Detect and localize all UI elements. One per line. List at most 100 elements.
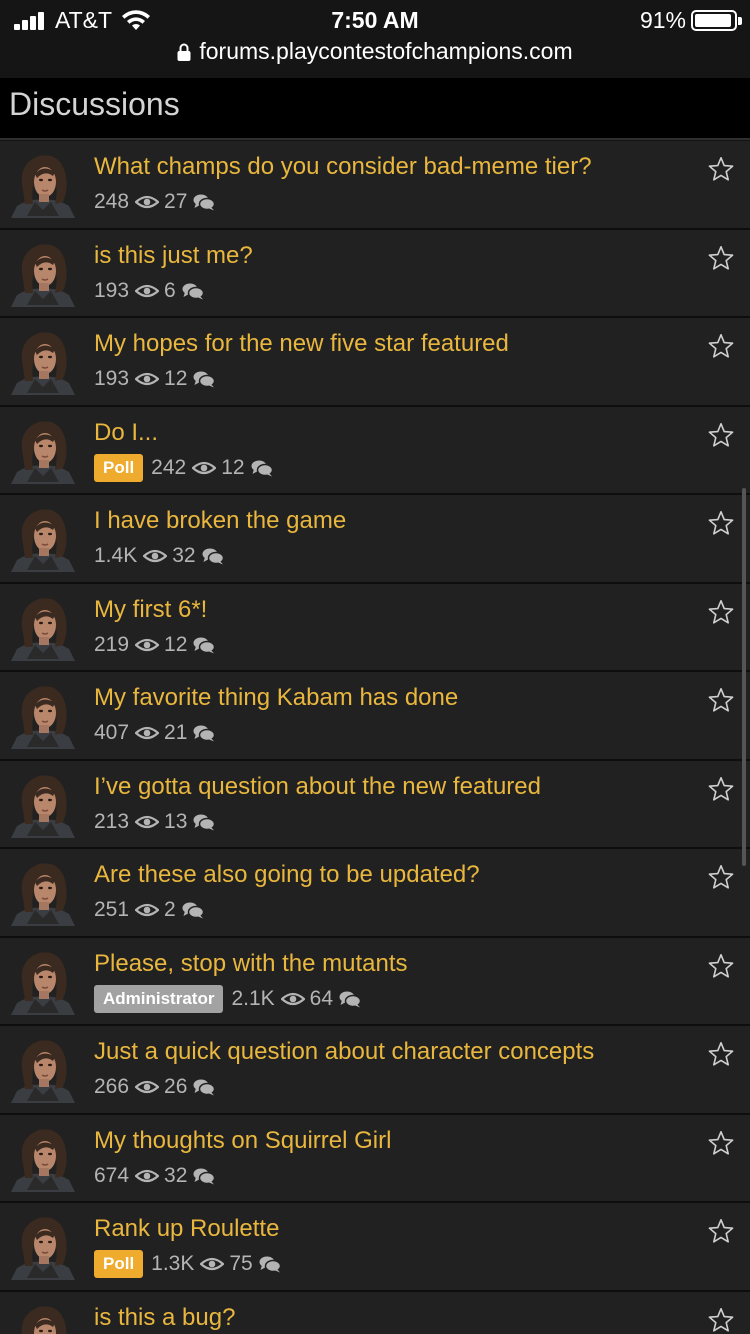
view-count: 213 [94,809,130,833]
discussion-item[interactable]: Just a quick question about character co… [0,1026,750,1115]
view-count: 193 [94,278,130,302]
bookmark-star-icon[interactable] [708,1130,734,1156]
discussion-item[interactable]: is this just me? 193 6 [0,229,750,318]
bookmark-star-icon[interactable] [708,510,734,536]
eye-icon [135,1169,160,1182]
discussion-title[interactable]: Do I... [94,419,680,447]
lock-icon [177,43,191,61]
eye-icon [135,1080,160,1094]
clock: 7:50 AM [331,7,419,33]
avatar [9,1035,77,1103]
view-count: 2.1K [231,986,275,1010]
discussion-item[interactable]: Rank up Roulette Poll 1.3K 75 [0,1203,750,1292]
discussion-meta: 674 32 [94,1162,216,1190]
browser-chrome: AT&T 7:50 AM 91% forums.playcontestofcha… [0,0,750,78]
comment-count: 13 [164,809,188,833]
discussion-meta: 248 27 [94,188,216,216]
discussion-title[interactable]: I have broken the game [94,507,680,535]
discussion-item[interactable]: What champs do you consider bad-meme tie… [0,141,750,230]
discussion-meta: 213 13 [94,808,216,836]
discussion-item[interactable]: My first 6*! 219 12 [0,583,750,672]
bookmark-star-icon[interactable] [708,953,734,979]
bookmark-star-icon[interactable] [708,864,734,890]
discussion-title[interactable]: is this just me? [94,242,680,270]
bookmark-star-icon[interactable] [708,156,734,182]
bookmark-star-icon[interactable] [708,1218,734,1244]
discussion-meta: 251 2 [94,896,204,924]
battery-percent: 91% [639,7,686,33]
battery-icon [691,10,742,31]
comment-count: 12 [221,455,245,479]
comment-count: 32 [164,1163,188,1187]
discussion-item[interactable]: Do I... Poll 242 12 [0,406,750,495]
comment-count: 26 [164,1075,188,1098]
bookmark-star-icon[interactable] [708,1307,734,1333]
comment-count: 21 [164,721,188,744]
view-count: 248 [94,190,130,213]
eye-icon [135,638,160,651]
avatar [9,681,77,749]
discussion-title[interactable]: is this a bug? [94,1304,680,1332]
discussion-item[interactable]: My favorite thing Kabam has done 407 21 [0,672,750,761]
view-count: 242 [151,455,187,479]
view-count: 266 [94,1075,130,1098]
discussion-title[interactable]: My first 6*! [94,596,680,624]
discussion-item[interactable]: is this a bug? [0,1291,750,1334]
discussion-title[interactable]: Please, stop with the mutants [94,950,680,978]
eye-icon [135,903,160,917]
discussion-title[interactable]: I’ve gotta question about the new featur… [94,773,680,801]
eye-icon [135,726,160,740]
comment-icon [193,371,216,388]
bookmark-star-icon[interactable] [708,245,734,271]
eye-icon [135,284,160,297]
discussion-item[interactable]: My hopes for the new five star featured … [0,318,750,407]
discussion-item[interactable]: I have broken the game 1.4K 32 [0,495,750,584]
discussion-meta: 193 6 [94,277,204,305]
comment-icon [259,1256,281,1273]
discussion-item[interactable]: I’ve gotta question about the new featur… [0,760,750,849]
discussion-meta: 193 12 [94,365,216,393]
view-count: 407 [94,721,130,744]
comment-icon [193,1168,216,1184]
status-badge: Poll [94,453,144,482]
view-count: 674 [94,1163,130,1187]
discussion-item[interactable]: My thoughts on Squirrel Girl 674 32 [0,1114,750,1203]
comment-icon [193,814,216,830]
avatar [9,238,77,307]
discussion-title[interactable]: Are these also going to be updated? [94,861,680,889]
discussion-title[interactable]: What champs do you consider bad-meme tie… [94,153,680,181]
discussion-item[interactable]: Are these also going to be updated? 251 … [0,849,750,938]
eye-icon [135,195,160,209]
address-bar[interactable]: forums.playcontestofchampions.com [0,38,750,65]
comment-icon [182,283,204,299]
discussion-meta: 219 12 [94,631,216,659]
view-count: 251 [94,898,130,921]
bookmark-star-icon[interactable] [708,333,734,359]
comment-count: 27 [164,190,188,213]
avatar [9,592,77,661]
discussion-item[interactable]: Please, stop with the mutants Administra… [0,937,750,1026]
discussion-title[interactable]: Rank up Roulette [94,1215,680,1243]
bookmark-star-icon[interactable] [708,422,734,448]
discussion-title[interactable]: My favorite thing Kabam has done [94,684,680,712]
status-badge: Administrator [94,984,224,1013]
discussion-title[interactable]: My thoughts on Squirrel Girl [94,1127,680,1155]
discussion-title[interactable]: Just a quick question about character co… [94,1038,680,1066]
discussion-meta: Poll 242 12 [94,453,273,482]
eye-icon [280,992,305,1005]
discussion-title[interactable]: My hopes for the new five star featured [94,330,680,358]
bookmark-star-icon[interactable] [708,1041,734,1067]
comment-icon [193,1079,216,1096]
eye-icon [135,815,160,828]
bookmark-star-icon[interactable] [708,599,734,625]
scrollbar[interactable] [742,488,746,866]
comment-icon [193,637,216,653]
bookmark-star-icon[interactable] [708,776,734,802]
discussion-meta: Poll 1.3K 75 [94,1250,281,1278]
avatar [9,504,77,572]
screen: AT&T 7:50 AM 91% forums.playcontestofcha… [0,0,750,1334]
view-count: 193 [94,367,130,390]
bookmark-star-icon[interactable] [708,687,734,713]
view-count: 1.4K [94,544,138,567]
comment-icon [182,902,204,919]
